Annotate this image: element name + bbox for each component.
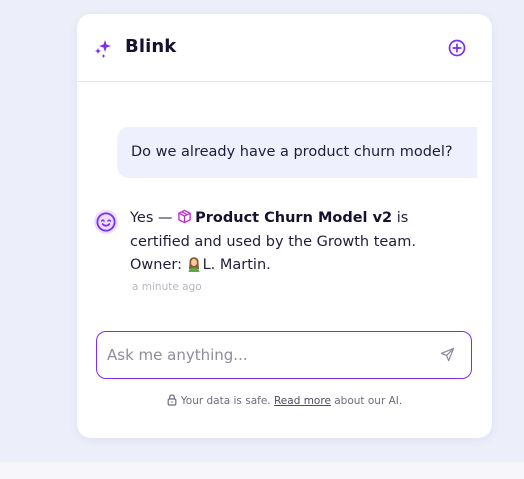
owner-name[interactable]: L. Martin. [203,257,271,273]
entity-link[interactable]: Product Churn Model v2 [195,210,392,226]
sparkles-icon [95,40,111,58]
chat-input-box[interactable] [96,331,472,379]
bot-message-line-3: Owner: L. Martin. [130,254,470,278]
chat-panel: Blink Do we already have a product churn… [77,14,492,438]
privacy-text: Your data is safe. [180,395,271,407]
read-more-link[interactable]: Read more [274,395,331,407]
bot-message: Yes — Product Churn Model v2 is certifie… [130,207,470,278]
lock-icon [167,394,177,406]
user-avatar-icon[interactable] [187,256,201,272]
bot-message-line-1: Yes — Product Churn Model v2 is [130,207,470,231]
send-icon[interactable] [440,347,455,362]
bot-message-line-2: certified and used by the Growth team. [130,233,416,250]
bot-face-icon [94,210,118,234]
page-background-strip [0,462,524,479]
app-title: Blink [125,36,177,57]
owner-label: Owner: [130,257,182,273]
privacy-note: Your data is safe. Read more about our A… [77,394,492,407]
cube-icon [178,209,191,224]
bot-reply-prefix: Yes — [130,210,178,226]
privacy-text-end: about our AI. [334,395,403,407]
chat-header: Blink [77,14,492,82]
chat-input[interactable] [107,342,427,368]
user-message: Do we already have a product churn model… [117,127,477,178]
bot-reply-suffix: is [392,210,409,226]
plus-circle-icon[interactable] [447,38,467,58]
message-timestamp: a minute ago [132,281,202,293]
